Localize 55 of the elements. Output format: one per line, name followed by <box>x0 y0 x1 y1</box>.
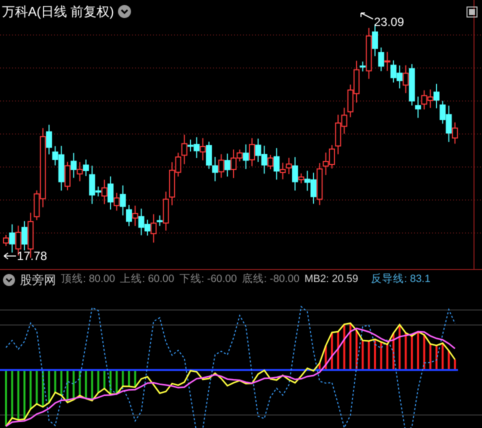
histogram-bar <box>122 370 124 386</box>
histogram-bar <box>343 324 346 370</box>
histogram-bar <box>72 370 75 400</box>
histogram-bar <box>17 370 20 420</box>
histogram-bar <box>429 344 432 370</box>
histogram-bar <box>330 332 333 370</box>
histogram-bar <box>318 363 321 370</box>
indicator-name: 股旁网 <box>20 272 56 289</box>
chevron-down-icon[interactable] <box>3 274 15 286</box>
histogram-bar <box>48 370 50 403</box>
low-price-label: 17.78 <box>17 250 48 262</box>
histogram-bar <box>410 336 413 370</box>
histogram-bar <box>386 344 388 370</box>
chart-title: 万科A(日线 前复权) <box>2 3 114 21</box>
histogram-bar <box>84 370 87 399</box>
histogram-bar <box>398 324 401 370</box>
histogram-bar <box>324 346 327 370</box>
histogram-bar <box>30 370 32 410</box>
histogram-bar <box>97 370 100 393</box>
histogram-bar <box>442 343 444 370</box>
arrow-icon <box>3 251 17 261</box>
histogram-bar <box>60 370 62 396</box>
arrow-icon <box>360 12 374 22</box>
histogram-bar <box>91 370 94 401</box>
histogram-bar <box>54 370 56 392</box>
indicator-value: 顶线: 80.00 <box>61 272 116 288</box>
high-price-label: 23.09 <box>374 16 404 28</box>
histogram-bar <box>103 370 106 389</box>
histogram-bar <box>337 332 340 370</box>
indicator-value: 底线: -80.00 <box>242 272 300 288</box>
window-icon[interactable] <box>466 6 478 18</box>
chevron-down-icon[interactable] <box>118 5 131 18</box>
histogram-bar <box>349 323 352 370</box>
histogram-bar <box>78 370 81 396</box>
histogram-bar <box>404 332 407 370</box>
indicator-value: MB2: 20.59 <box>304 272 358 288</box>
histogram-bar <box>380 342 382 370</box>
histogram-bar <box>36 370 38 404</box>
histogram-bar <box>356 330 358 370</box>
histogram-bar <box>11 370 14 418</box>
histogram-bar <box>116 370 118 394</box>
histogram-bar <box>454 360 456 370</box>
histogram-bar <box>417 332 420 370</box>
histogram-bar <box>362 340 364 370</box>
histogram-bar <box>134 370 136 388</box>
histogram-bar <box>423 334 426 370</box>
histogram-bar <box>392 333 394 370</box>
indicator-value: 下线: -60.00 <box>179 272 237 288</box>
histogram-bar <box>110 370 112 394</box>
indicator-value: 反导线: 83.1 <box>371 272 430 288</box>
histogram-bar <box>23 370 26 420</box>
histogram-bar <box>42 370 44 407</box>
histogram-bar <box>368 341 370 370</box>
histogram-bar <box>448 350 450 370</box>
indicator-value: 上线: 60.00 <box>120 272 174 288</box>
